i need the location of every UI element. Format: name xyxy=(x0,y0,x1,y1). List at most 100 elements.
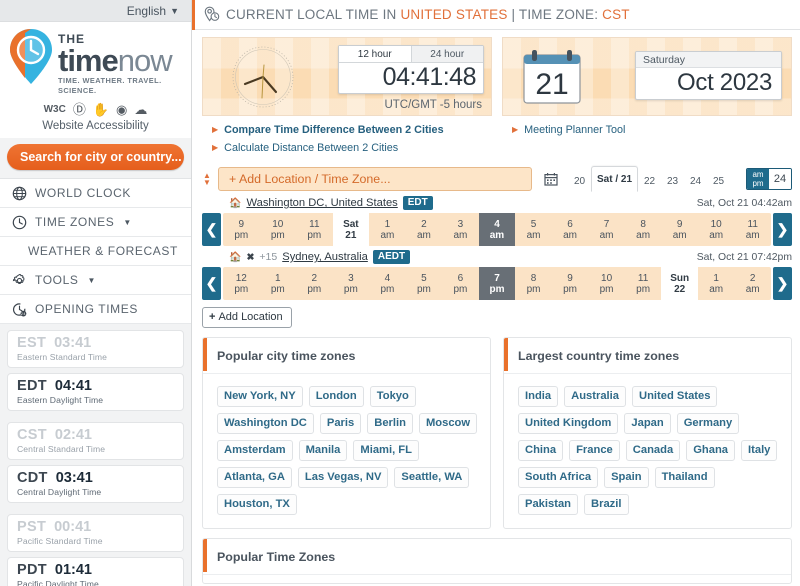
hour-cell[interactable]: 5pm xyxy=(406,267,443,300)
chip-country[interactable]: United Kingdom xyxy=(518,413,618,434)
chip-country[interactable]: Canada xyxy=(626,440,680,461)
hour-cell[interactable]: 7am xyxy=(588,213,625,246)
hour-cell[interactable]: 11pm xyxy=(296,213,333,246)
location-name[interactable]: Washington DC, United States xyxy=(246,197,397,209)
link-compare-time-difference[interactable]: ▶ Compare Time Difference Between 2 Citi… xyxy=(202,121,492,139)
chip-country[interactable]: Spain xyxy=(604,467,648,488)
up-down-arrows-icon[interactable]: ▲▼ xyxy=(202,172,212,186)
chip-country[interactable]: Germany xyxy=(677,413,740,434)
hour-cell[interactable]: 8am xyxy=(625,213,662,246)
chip-city[interactable]: Miami, FL xyxy=(353,440,419,461)
sidebar-item-world-clock[interactable]: WORLD CLOCK xyxy=(0,179,191,208)
hour-cell-selected[interactable]: 4am xyxy=(479,213,516,246)
tab-12-hour[interactable]: 12 hour xyxy=(339,46,411,62)
hour-cell[interactable]: 4pm xyxy=(369,267,406,300)
chip-city[interactable]: Paris xyxy=(320,413,361,434)
list-item[interactable]: CDT03:41 Central Daylight Time xyxy=(7,465,184,503)
add-location-input[interactable]: + Add Location / Time Zone... xyxy=(218,167,532,191)
home-icon[interactable]: 🏠 xyxy=(229,252,241,263)
chip-country[interactable]: Pakistan xyxy=(518,494,578,515)
chip-city[interactable]: Manila xyxy=(299,440,348,461)
chip-city[interactable]: London xyxy=(309,386,364,407)
hour-cell-day[interactable]: Sat21 xyxy=(333,213,370,246)
list-item[interactable]: EDT04:41 Eastern Daylight Time xyxy=(7,373,184,411)
chip-city[interactable]: Houston, TX xyxy=(217,494,297,515)
hour-cell[interactable]: 2pm xyxy=(296,267,333,300)
list-item[interactable]: EST03:41 Eastern Standard Time xyxy=(7,330,184,368)
chip-city[interactable]: Atlanta, GA xyxy=(217,467,292,488)
hour-cell[interactable]: 2am xyxy=(734,267,771,300)
link-meeting-planner-tool[interactable]: ▶ Meeting Planner Tool xyxy=(502,121,792,139)
chip-city[interactable]: Las Vegas, NV xyxy=(298,467,389,488)
search-input[interactable]: Search for city or country... xyxy=(7,144,184,170)
hour-cell[interactable]: 9am xyxy=(661,213,698,246)
chip-country[interactable]: China xyxy=(518,440,563,461)
hour-cell[interactable]: 5am xyxy=(515,213,552,246)
chip-city[interactable]: Berlin xyxy=(367,413,413,434)
chip-city[interactable]: Amsterdam xyxy=(217,440,293,461)
chip-country[interactable]: Brazil xyxy=(584,494,628,515)
chip-country[interactable]: Australia xyxy=(564,386,626,407)
hour24-toggle-button[interactable]: 24 xyxy=(769,169,791,189)
sidebar-item-time-zones[interactable]: TIME ZONES ▼ xyxy=(0,208,191,237)
close-icon[interactable]: ✖ xyxy=(246,252,254,263)
chip-country[interactable]: Ghana xyxy=(686,440,735,461)
chip-city[interactable]: Washington DC xyxy=(217,413,314,434)
hour-cell[interactable]: 3pm xyxy=(333,267,370,300)
hour-cell[interactable]: 8pm xyxy=(515,267,552,300)
hour-cell-day[interactable]: Sun22 xyxy=(661,267,698,300)
chip-country[interactable]: South Africa xyxy=(518,467,598,488)
sidebar-item-opening-times[interactable]: 24 OPENING TIMES xyxy=(0,295,191,324)
chevron-right-icon[interactable]: ❯ xyxy=(773,267,792,300)
hour-cell[interactable]: 6pm xyxy=(442,267,479,300)
hour-cell[interactable]: 11pm xyxy=(625,267,662,300)
tab-24-hour[interactable]: 24 hour xyxy=(411,46,484,62)
chevron-left-icon[interactable]: ❮ xyxy=(202,267,221,300)
hour-cell[interactable]: 12pm xyxy=(223,267,260,300)
hour-cell[interactable]: 1am xyxy=(369,213,406,246)
hour-cell[interactable]: 9pm xyxy=(552,267,589,300)
hour-cell[interactable]: 1pm xyxy=(260,267,297,300)
site-logo[interactable]: THE timenow TIME. WEATHER. TRAVEL. SCIEN… xyxy=(0,22,191,98)
calendar-small-icon[interactable] xyxy=(544,172,558,186)
hour-cell[interactable]: 2am xyxy=(406,213,443,246)
chip-country[interactable]: United States xyxy=(632,386,718,407)
chip-city[interactable]: Moscow xyxy=(419,413,477,434)
list-item[interactable]: CST02:41 Central Standard Time xyxy=(7,422,184,460)
list-item[interactable]: PDT01:41 Pacific Daylight Time xyxy=(7,557,184,586)
sidebar-item-tools[interactable]: TOOLS ▼ xyxy=(0,266,191,295)
ampm-toggle-button[interactable]: am pm xyxy=(747,169,769,189)
hour-cell[interactable]: 3am xyxy=(442,213,479,246)
sidebar-item-weather-forecast[interactable]: WEATHER & FORECAST xyxy=(0,237,191,266)
chevron-right-icon[interactable]: ❯ xyxy=(773,213,792,246)
chip-city[interactable]: New York, NY xyxy=(217,386,303,407)
date-tab-20[interactable]: 20 xyxy=(568,170,591,192)
date-tab-22[interactable]: 22 xyxy=(638,170,661,192)
hour-cell[interactable]: 10pm xyxy=(588,267,625,300)
hour-cell[interactable]: 11am xyxy=(734,213,771,246)
chevron-left-icon[interactable]: ❮ xyxy=(202,213,221,246)
chip-country[interactable]: India xyxy=(518,386,558,407)
chip-city[interactable]: Seattle, WA xyxy=(394,467,469,488)
hour-cell[interactable]: 9pm xyxy=(223,213,260,246)
date-tab-25[interactable]: 25 xyxy=(707,170,730,192)
hour-cell[interactable]: 6am xyxy=(552,213,589,246)
hour-cell-selected[interactable]: 7pm xyxy=(479,267,516,300)
location-name[interactable]: Sydney, Australia xyxy=(282,251,368,263)
date-tab-21[interactable]: Sat / 21 xyxy=(591,166,638,192)
list-item[interactable]: PST00:41 Pacific Standard Time xyxy=(7,514,184,552)
hour-cell[interactable]: 1am xyxy=(698,267,735,300)
add-location-button[interactable]: + Add Location xyxy=(202,307,292,328)
date-tab-24[interactable]: 24 xyxy=(684,170,707,192)
chip-country[interactable]: Italy xyxy=(741,440,777,461)
link-calculate-distance[interactable]: ▶ Calculate Distance Between 2 Cities xyxy=(202,139,492,157)
date-tab-23[interactable]: 23 xyxy=(661,170,684,192)
hour-cell[interactable]: 10pm xyxy=(260,213,297,246)
chip-country[interactable]: Thailand xyxy=(655,467,715,488)
chip-country[interactable]: France xyxy=(569,440,620,461)
chip-city[interactable]: Tokyo xyxy=(370,386,416,407)
home-icon[interactable]: 🏠 xyxy=(229,198,241,209)
chip-country[interactable]: Japan xyxy=(624,413,670,434)
language-selector[interactable]: English ▼ xyxy=(127,4,179,18)
hour-cell[interactable]: 10am xyxy=(698,213,735,246)
